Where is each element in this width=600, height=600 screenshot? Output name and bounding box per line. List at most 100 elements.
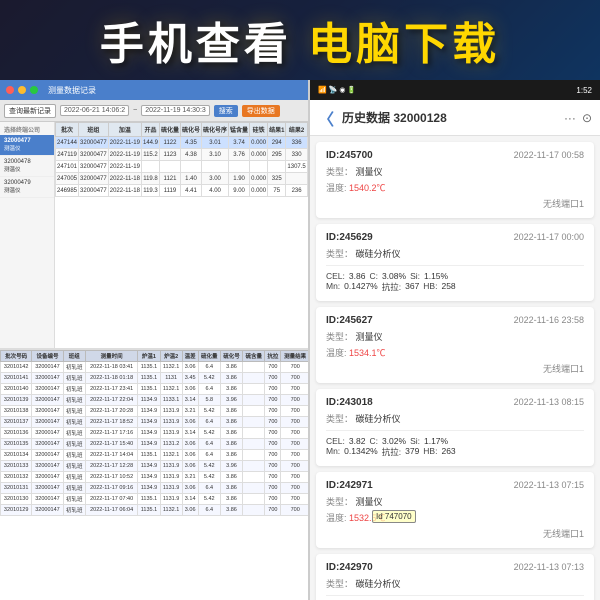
wide-cell	[243, 450, 265, 461]
settings-icon[interactable]: ⊙	[582, 111, 592, 125]
wide-cell	[243, 395, 265, 406]
mn-val-1: 0.1427%	[344, 281, 378, 293]
mobile-record-card-4[interactable]: ID:242971 2022-11-13 07:15 类型： 测量仪 温度: 1…	[316, 472, 594, 548]
wide-cell: 2022-11-17 20:28	[85, 406, 137, 417]
wide-cell: 32000147	[32, 417, 63, 428]
si-label-3: Si:	[410, 436, 420, 446]
cell	[202, 161, 229, 173]
window-maximize-dot[interactable]	[30, 86, 38, 94]
card-details-3b: Mn: 0.1342% 抗拉: 379 HB: 263	[326, 446, 584, 458]
si-val-1: 1.15%	[424, 271, 448, 281]
wide-cell: 700	[281, 395, 310, 406]
query-latest-button[interactable]: 查询最新记录	[4, 104, 56, 118]
record-id-0: ID:245700	[326, 150, 373, 161]
wide-cell: 1135.1	[138, 373, 160, 384]
wide-cell: 700	[265, 439, 281, 450]
card-type-1: 类型： 碳硅分析仪	[326, 247, 584, 260]
mobile-status-bar: 📶 📡 ◉ 🔋 1:52	[310, 80, 600, 100]
wide-cell: 32010132	[1, 472, 32, 483]
wide-table-row: 3201013132000147初轧班2022-11-17 09:161134.…	[1, 483, 310, 494]
wide-cell: 2022-11-17 07:40	[85, 494, 137, 505]
col-header-8: 硅铁	[250, 123, 268, 137]
sidebar-item-0[interactable]: 32000477 测温仪	[0, 135, 54, 156]
record-datetime-4: 2022-11-13 07:15	[514, 480, 584, 490]
wide-table-row: 3201013232000147初轧班2022-11-17 10:521134.…	[1, 472, 310, 483]
wide-cell: 1134.9	[138, 428, 160, 439]
wide-cell: 5.42	[198, 428, 220, 439]
wide-cell: 3.86	[220, 439, 242, 450]
cell	[141, 161, 159, 173]
wide-cell: 6.4	[198, 439, 220, 450]
wide-cell: 3.06	[182, 483, 198, 494]
cel-val-1: 3.86	[349, 271, 366, 281]
table-row: 247101 32000477 2022-11-19 1307.5	[56, 161, 311, 173]
cell: 3.10	[202, 149, 229, 161]
card-port-0: 无线端口1	[326, 197, 584, 210]
desktop-content: 选择终端公司 32000477 测温仪 32000478 测温仪 3200047…	[0, 122, 310, 350]
card-details-1b: Mn: 0.1427% 抗拉: 367 HB: 258	[326, 281, 584, 293]
sidebar-item-2[interactable]: 32000479 测温仪	[0, 177, 54, 198]
wide-cell: 2022-11-18 01:18	[85, 373, 137, 384]
window-minimize-dot[interactable]	[18, 86, 26, 94]
mobile-record-card-1[interactable]: ID:245629 2022-11-17 00:00 类型： 碳硅分析仪 CEL…	[316, 224, 594, 301]
banner-title-part1: 手机查看	[100, 20, 292, 69]
wide-cell: 2022-11-17 15:40	[85, 439, 137, 450]
wide-cell: 32010130	[1, 494, 32, 505]
wide-cell: 3.86	[220, 384, 242, 395]
cell: 2022-11-19	[108, 161, 141, 173]
cell: 1121	[160, 173, 181, 185]
mobile-record-card-2[interactable]: ID:245627 2022-11-16 23:58 类型： 测量仪 温度: 1…	[316, 307, 594, 383]
cell: 247144	[56, 137, 79, 149]
wide-cell: 3.14	[182, 494, 198, 505]
wide-cell: 32010138	[1, 406, 32, 417]
record-datetime-2: 2022-11-16 23:58	[514, 315, 584, 325]
wide-cell: 1131	[160, 373, 182, 384]
card-port-4: 无线端口1	[326, 527, 584, 540]
wide-cell: 6.4	[198, 505, 220, 516]
cell: 0.000	[250, 185, 268, 197]
wide-cell: 初轧班	[63, 417, 85, 428]
banner-title-part2: 电脑下载	[308, 20, 500, 69]
wide-cell: 1131.9	[160, 428, 182, 439]
search-button[interactable]: 搜索	[214, 105, 238, 117]
card-type-0: 类型： 测量仪	[326, 165, 584, 178]
wide-cell: 初轧班	[63, 505, 85, 516]
c-label-3: C:	[369, 436, 378, 446]
cell: 144.9	[141, 137, 159, 149]
hb-label-3: HB:	[423, 446, 437, 458]
wide-cell: 2022-11-17 09:16	[85, 483, 137, 494]
wide-cell: 5.42	[198, 406, 220, 417]
left-panel: 测量数据记录 查询最新记录 2022-06-21 14:06:2 ~ 2022-…	[0, 80, 310, 600]
wide-col-3: 测量时间	[85, 351, 137, 362]
table-row: 247005 32000477 2022-11-18 119.8 1121 1.…	[56, 173, 311, 185]
wide-cell: 1134.9	[138, 406, 160, 417]
col-header-0: 批次	[56, 123, 79, 137]
window-close-dot[interactable]	[6, 86, 14, 94]
wide-cell	[243, 406, 265, 417]
export-button[interactable]: 导出数据	[242, 105, 280, 117]
record-datetime-3: 2022-11-13 08:15	[514, 397, 584, 407]
cell: 1123	[160, 149, 181, 161]
cell	[286, 173, 307, 185]
col-header-5: 硫化号	[181, 123, 202, 137]
cell: 294	[268, 137, 286, 149]
sidebar-label: 选择终端公司	[0, 122, 54, 135]
wide-cell: 初轧班	[63, 483, 85, 494]
cell: 0.000	[250, 173, 268, 185]
wide-cell: 32000147	[32, 406, 63, 417]
cell: 330	[286, 149, 307, 161]
mobile-record-card-5[interactable]: ID:242970 2022-11-13 07:13 类型： 碳硅分析仪 CEL…	[316, 554, 594, 600]
wide-cell: 32000147	[32, 450, 63, 461]
card-header-5: ID:242970 2022-11-13 07:13	[326, 562, 584, 573]
more-options-icon[interactable]: ···	[564, 111, 576, 125]
mobile-records-list[interactable]: ID:245700 2022-11-17 00:58 类型： 测量仪 温度: 1…	[310, 136, 600, 600]
wide-cell: 5.42	[198, 461, 220, 472]
wide-cell: 2022-11-17 17:16	[85, 428, 137, 439]
mobile-record-card-0[interactable]: ID:245700 2022-11-17 00:58 类型： 测量仪 温度: 1…	[316, 142, 594, 218]
mobile-record-card-3[interactable]: ID:243018 2022-11-13 08:15 类型： 碳硅分析仪 CEL…	[316, 389, 594, 466]
mn-label-1: Mn:	[326, 281, 340, 293]
wide-table-row: 3201013632000147初轧班2022-11-17 17:161134.…	[1, 428, 310, 439]
sidebar-item-1[interactable]: 32000478 测温仪	[0, 156, 54, 177]
wide-col-7: 硫化量	[198, 351, 220, 362]
back-button[interactable]: 〈	[318, 106, 334, 130]
